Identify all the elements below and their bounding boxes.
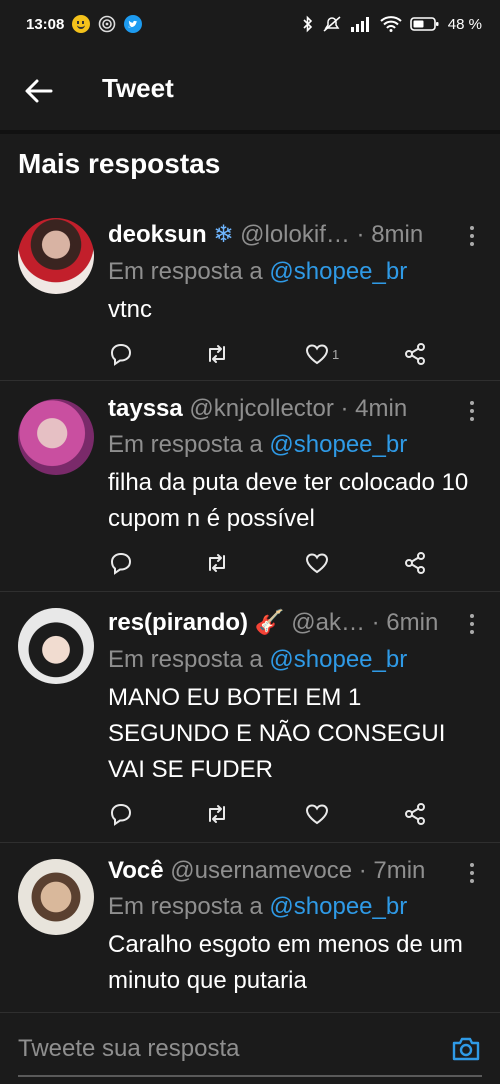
tweet-header: res(pirando) 🎸 @ak… · 6min <box>108 608 480 637</box>
reply-icon <box>110 343 132 366</box>
reply-button[interactable] <box>108 800 134 828</box>
like-count: 1 <box>332 346 340 362</box>
avatar[interactable] <box>18 608 94 684</box>
heart-icon <box>305 553 329 574</box>
header-divider <box>0 130 500 134</box>
mute-icon <box>322 15 342 33</box>
reply-button[interactable] <box>108 549 134 577</box>
reply-prefix: Em resposta a <box>108 646 263 673</box>
reply-context: Em resposta a @shopee_br <box>108 646 407 674</box>
retweet-button[interactable] <box>204 340 230 368</box>
tweet-text: MANO EU BOTEI EM 1 SEGUNDO E NÃO CONSEGU… <box>108 684 446 783</box>
avatar[interactable] <box>18 399 94 475</box>
reply-handle-link[interactable]: @shopee_br <box>269 893 407 920</box>
reply-button[interactable] <box>108 340 134 368</box>
author-meta: @usernamevoce · 7min <box>170 857 426 884</box>
retweet-button[interactable] <box>204 800 230 828</box>
more-options-icon[interactable] <box>470 226 476 250</box>
status-time: 13:08 <box>26 15 65 33</box>
reply-prefix: Em resposta a <box>108 431 263 458</box>
author-name[interactable]: tayssa <box>108 395 183 422</box>
reply-context: Em resposta a @shopee_br <box>108 893 407 921</box>
author-meta: @ak… · 6min <box>291 609 439 636</box>
reply-handle-link[interactable]: @shopee_br <box>269 431 407 458</box>
tweet-text: vtnc <box>108 296 153 323</box>
battery-percent: 48 % <box>447 15 482 33</box>
tweet-item[interactable]: tayssa @knjcollector · 4min Em resposta … <box>0 381 500 592</box>
status-left: 13:08 <box>26 15 143 33</box>
heart-icon <box>305 804 329 825</box>
avatar[interactable] <box>18 218 94 294</box>
share-button[interactable] <box>402 340 428 368</box>
share-icon <box>405 552 425 574</box>
more-options-icon[interactable] <box>470 401 476 425</box>
share-button[interactable] <box>402 549 428 577</box>
like-button[interactable] <box>304 800 330 828</box>
tweet-item[interactable]: deoksun ❄ @lolokif… · 8min Em resposta a… <box>0 200 500 381</box>
back-arrow-icon[interactable] <box>24 76 54 106</box>
status-bar: 13:08 48 % <box>0 0 500 48</box>
target-notification-icon <box>98 15 116 33</box>
signal-icon <box>350 16 372 32</box>
share-icon <box>405 343 425 365</box>
heart-icon <box>305 344 329 365</box>
like-button[interactable]: 1 <box>304 340 339 368</box>
tweet-text: Caralho esgoto em menos de um minuto que… <box>108 931 463 994</box>
reply-input[interactable]: Tweete sua resposta <box>18 1035 239 1063</box>
tweet-text: filha da puta deve ter colocado 10 cupom… <box>108 469 469 532</box>
status-right: 48 % <box>302 15 482 33</box>
retweet-icon <box>209 805 225 823</box>
reply-prefix: Em resposta a <box>108 258 263 285</box>
twitter-notification-icon <box>124 15 143 33</box>
tweet-header: tayssa @knjcollector · 4min <box>108 395 480 423</box>
share-button[interactable] <box>402 800 428 828</box>
bluetooth-icon <box>302 15 314 33</box>
retweet-button[interactable] <box>204 549 230 577</box>
author-name[interactable]: res(pirando) <box>108 609 248 636</box>
tweet-actions <box>108 549 438 577</box>
avatar[interactable] <box>18 859 94 935</box>
retweet-icon <box>209 345 225 363</box>
reply-icon <box>110 803 132 826</box>
tweet-actions <box>108 800 438 828</box>
wifi-icon <box>380 16 402 32</box>
tweet-item[interactable]: Você @usernamevoce · 7min Em resposta a … <box>0 843 500 1011</box>
more-options-icon[interactable] <box>470 863 476 887</box>
author-meta: @lolokif… · 8min <box>240 221 424 248</box>
author-meta: @knjcollector · 4min <box>189 395 408 422</box>
more-options-icon[interactable] <box>470 614 476 638</box>
guitar-emoji-icon: 🎸 <box>254 609 285 636</box>
share-icon <box>405 803 425 825</box>
input-underline <box>18 1075 482 1077</box>
camera-icon[interactable] <box>450 1033 482 1065</box>
smiley-notification-icon <box>72 15 91 33</box>
author-name[interactable]: Você <box>108 857 164 884</box>
reply-prefix: Em resposta a <box>108 893 263 920</box>
like-button[interactable] <box>304 549 330 577</box>
compose-bar: Tweete sua resposta <box>0 1012 500 1084</box>
tweet-item[interactable]: res(pirando) 🎸 @ak… · 6min Em resposta a… <box>0 592 500 843</box>
reply-context: Em resposta a @shopee_br <box>108 431 407 459</box>
author-name[interactable]: deoksun <box>108 221 207 248</box>
reply-handle-link[interactable]: @shopee_br <box>269 646 407 673</box>
retweet-icon <box>209 554 225 572</box>
tweet-header: Você @usernamevoce · 7min <box>108 857 480 885</box>
section-title: Mais respostas <box>18 148 221 179</box>
reply-context: Em resposta a @shopee_br <box>108 258 407 286</box>
page-title: Tweet <box>102 73 174 103</box>
reply-handle-link[interactable]: @shopee_br <box>269 258 407 285</box>
battery-icon <box>409 16 440 32</box>
tweet-header: deoksun ❄ @lolokif… · 8min <box>108 220 480 249</box>
reply-icon <box>110 552 132 575</box>
snowflake-emoji-icon: ❄ <box>213 221 234 248</box>
tweet-actions: 1 <box>108 340 438 368</box>
app-bar: Tweet <box>0 56 500 126</box>
